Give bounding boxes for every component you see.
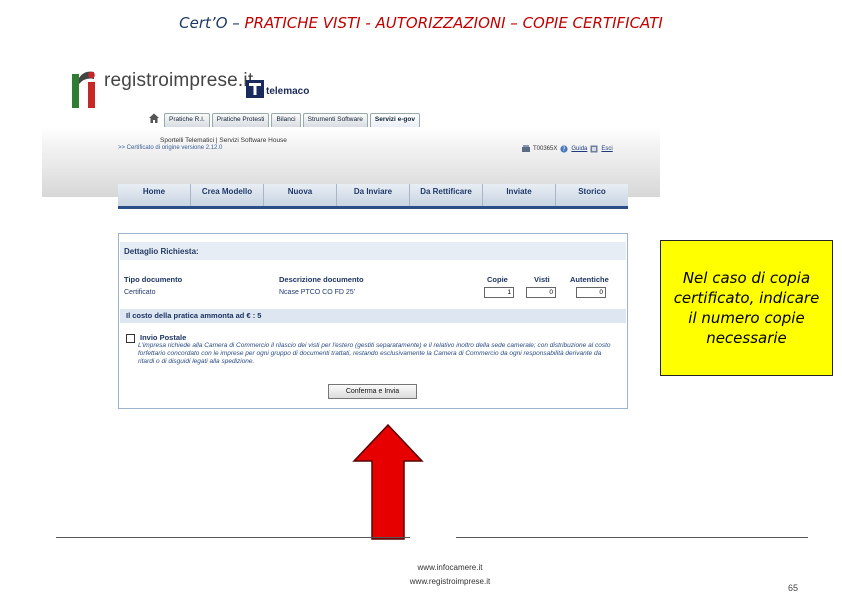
up-arrow-icon: [352, 423, 424, 540]
footer-url-infocamere: www.infocamere.it: [417, 563, 483, 572]
tab-bilanci[interactable]: Bilanci: [271, 113, 301, 127]
nav-nuova[interactable]: Nuova: [264, 184, 337, 206]
invio-postale-label: Invio Postale: [140, 333, 187, 342]
footer-url-registroimprese: www.registroimprese.it: [409, 577, 491, 586]
visti-input[interactable]: 0: [526, 287, 556, 298]
row-tipo: Certificato: [124, 289, 156, 296]
nav-storico[interactable]: Storico: [556, 184, 628, 206]
user-icon: [522, 145, 530, 152]
logo-text: registroimprese.it: [104, 70, 254, 91]
tab-strumenti-software[interactable]: Strumenti Software: [302, 113, 368, 127]
nav-da-rettificare[interactable]: Da Rettificare: [410, 184, 483, 206]
sportelli-links[interactable]: Sportelli Telematici | Servizi Software …: [160, 137, 287, 144]
user-area: T00365X ? Guida Esci: [522, 145, 613, 153]
callout-text: Nel caso di copia certificato, indicare …: [673, 269, 820, 347]
col-copie: Copie: [487, 275, 508, 284]
exit-link[interactable]: Esci: [601, 146, 612, 152]
nav-crea-modello[interactable]: Crea Modello: [191, 184, 264, 206]
slide-title: Cert’O – PRATICHE VISTI - AUTORIZZAZIONI…: [0, 14, 842, 32]
nav-inviate[interactable]: Inviate: [483, 184, 556, 206]
invio-postale-description: L'impresa richiede alla Camera di Commer…: [138, 342, 611, 365]
telemaco-text: telemaco: [266, 86, 310, 97]
col-visti: Visti: [534, 275, 550, 284]
instruction-callout: Nel caso di copia certificato, indicare …: [660, 240, 833, 376]
tab-servizi-egov[interactable]: Servizi e-gov: [369, 113, 420, 127]
version-line: >> Certificato di origine versione 2.12.…: [118, 145, 223, 151]
home-icon[interactable]: [148, 112, 160, 124]
copie-input[interactable]: 1: [484, 287, 514, 298]
autentiche-input[interactable]: 0: [576, 287, 606, 298]
top-tabs: Pratiche R.I. Pratiche Protesti Bilanci …: [164, 113, 420, 127]
col-descrizione-documento: Descrizione documento: [279, 275, 364, 284]
tab-pratiche-ri[interactable]: Pratiche R.I.: [164, 113, 210, 127]
slide-title-rest: PRATICHE VISTI - AUTORIZZAZIONI – COPIE …: [244, 14, 663, 32]
invio-postale-checkbox[interactable]: [126, 334, 135, 343]
confirm-send-button[interactable]: Conferma e Invia: [328, 384, 417, 399]
telemaco-logo-icon: [246, 80, 264, 98]
nav-da-inviare[interactable]: Da Inviare: [337, 184, 410, 206]
slide-title-lead: Cert’O –: [179, 14, 245, 32]
main-nav: Home Crea Modello Nuova Da Inviare Da Re…: [118, 184, 628, 209]
row-descrizione: Ncase PTCO CO FD 25': [279, 289, 356, 296]
registroimprese-logo-icon: [72, 71, 95, 108]
col-tipo-documento: Tipo documento: [124, 275, 183, 284]
exit-icon: [590, 145, 598, 153]
page-number: 65: [788, 583, 799, 593]
nav-home[interactable]: Home: [118, 184, 191, 206]
footer-divider-left: [56, 537, 410, 538]
panel-title: Dettaglio Richiesta:: [124, 247, 199, 256]
help-icon: ?: [560, 145, 568, 153]
col-autentiche: Autentiche: [570, 275, 609, 284]
footer-divider-right: [456, 537, 808, 538]
svg-text:?: ?: [563, 146, 566, 153]
tab-pratiche-protesti[interactable]: Pratiche Protesti: [211, 113, 270, 127]
user-id: T00365X: [533, 146, 558, 152]
guide-link[interactable]: Guida: [571, 146, 587, 152]
cost-label: Il costo della pratica ammonta ad € : 5: [126, 311, 262, 320]
